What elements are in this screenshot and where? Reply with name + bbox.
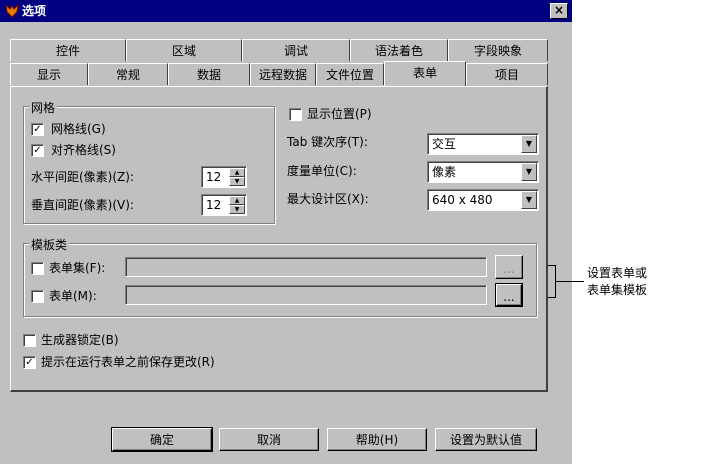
max-design-area-label: 最大设计区(X): — [287, 192, 369, 206]
annotation-line-1: 设置表单或 — [587, 266, 648, 280]
spin-down-button[interactable]: ▼ — [229, 177, 245, 186]
tab-order-label: Tab 键次序(T): — [287, 135, 368, 149]
grid-lines-label: 网格线(G) — [51, 122, 106, 136]
scale-units-value: 像素 — [432, 165, 457, 179]
tab-order-select[interactable]: 交互 ▼ — [427, 133, 539, 155]
tab-order-value: 交互 — [432, 137, 457, 151]
tab-regional[interactable]: 区域 — [126, 39, 242, 61]
vertical-spacing-spinner[interactable]: 12 ▲ ▼ — [201, 194, 247, 216]
window-title: 选项 — [22, 4, 47, 18]
horizontal-spacing-spinner[interactable]: 12 ▲ ▼ — [201, 166, 247, 188]
show-position-checkbox[interactable] — [289, 108, 302, 121]
template-classes-legend: 模板类 — [29, 236, 70, 253]
form-template-label: 表单(M): — [49, 289, 97, 303]
prompt-save-checkbox[interactable]: ✓ — [23, 356, 36, 369]
formset-template-field[interactable] — [125, 257, 487, 277]
max-design-area-value: 640 x 480 — [432, 193, 493, 207]
app-fox-icon — [5, 3, 19, 18]
spin-up-button[interactable]: ▲ — [229, 168, 245, 177]
tab-remote-data[interactable]: 远程数据 — [250, 63, 316, 85]
formset-browse-button[interactable]: ... — [495, 255, 523, 279]
form-template-field[interactable] — [125, 285, 487, 305]
tab-syntax-coloring[interactable]: 语法着色 — [350, 39, 448, 61]
template-classes-group — [23, 243, 537, 317]
snap-grid-checkbox[interactable]: ✓ — [31, 144, 44, 157]
prompt-save-label: 提示在运行表单之前保存更改(R) — [41, 355, 215, 369]
formset-template-label: 表单集(F): — [49, 261, 106, 275]
annotation-text: 设置表单或 表单集模板 — [587, 265, 647, 299]
set-default-button[interactable]: 设置为默认值 — [435, 428, 537, 451]
dropdown-arrow-icon[interactable]: ▼ — [521, 163, 537, 181]
spin-down-button[interactable]: ▼ — [229, 205, 245, 214]
grid-lines-checkbox[interactable]: ✓ — [31, 123, 44, 136]
tab-view[interactable]: 显示 — [10, 63, 88, 85]
cancel-button[interactable]: 取消 — [219, 428, 319, 451]
builder-lock-label: 生成器锁定(B) — [41, 333, 119, 347]
tab-debug[interactable]: 调试 — [242, 39, 350, 61]
formset-template-checkbox[interactable] — [31, 262, 44, 275]
scale-units-select[interactable]: 像素 ▼ — [427, 161, 539, 183]
title-bar: 选项 × — [0, 0, 572, 22]
scale-units-label: 度量单位(C): — [287, 164, 357, 178]
ok-button[interactable]: 确定 — [111, 427, 213, 452]
dropdown-arrow-icon[interactable]: ▼ — [521, 135, 537, 153]
horizontal-spacing-value: 12 — [206, 170, 222, 184]
annotation-leader-line — [556, 281, 584, 282]
help-button[interactable]: 帮助(H) — [327, 428, 427, 451]
dropdown-arrow-icon[interactable]: ▼ — [521, 191, 537, 209]
annotation-line-2: 表单集模板 — [587, 283, 648, 297]
grid-legend: 网格 — [29, 99, 58, 116]
close-button[interactable]: × — [550, 3, 568, 19]
max-design-area-select[interactable]: 640 x 480 ▼ — [427, 189, 539, 211]
form-template-checkbox[interactable] — [31, 290, 44, 303]
snap-grid-label: 对齐格线(S) — [51, 143, 116, 157]
tab-file-locations[interactable]: 文件位置 — [316, 63, 384, 85]
vertical-spacing-value: 12 — [206, 198, 222, 212]
horizontal-spacing-label: 水平间距(像素)(Z): — [31, 170, 134, 184]
tab-data[interactable]: 数据 — [168, 63, 250, 85]
tab-forms[interactable]: 表单 — [384, 61, 466, 86]
vertical-spacing-label: 垂直间距(像素)(V): — [31, 198, 134, 212]
spin-up-button[interactable]: ▲ — [229, 196, 245, 205]
forms-tab-panel: 网格 ✓ 网格线(G) ✓ 对齐格线(S) 水平间距(像素)(Z): 12 ▲ … — [10, 86, 548, 392]
form-browse-button[interactable]: ... — [495, 283, 523, 307]
builder-lock-checkbox[interactable] — [23, 334, 36, 347]
tab-controls[interactable]: 控件 — [10, 39, 126, 61]
tab-projects[interactable]: 项目 — [466, 63, 548, 85]
show-position-label: 显示位置(P) — [307, 107, 372, 121]
options-dialog: 选项 × 控件 区域 调试 语法着色 字段映象 显示 常规 数据 远程数据 文件… — [0, 0, 572, 464]
tab-general[interactable]: 常规 — [88, 63, 168, 85]
tab-field-mapping[interactable]: 字段映象 — [448, 39, 548, 61]
